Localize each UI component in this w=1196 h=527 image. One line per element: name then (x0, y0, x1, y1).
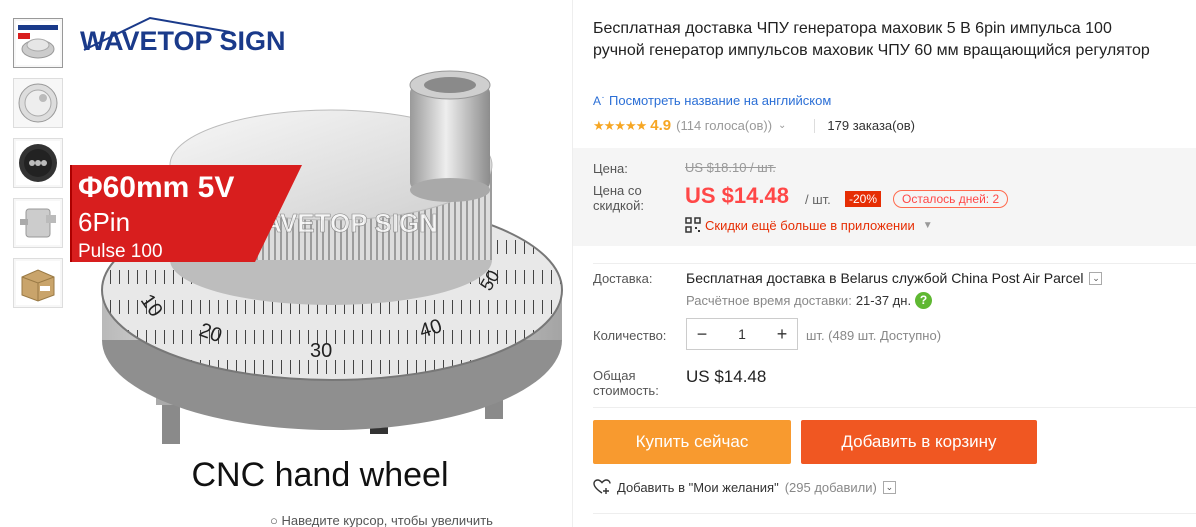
wishlist-text: Добавить в "Мои желания" (617, 479, 779, 495)
zoom-hint-text: Наведите курсор, чтобы увеличить (281, 513, 493, 527)
handwheel-side-thumb-icon (16, 201, 60, 245)
current-price: US $14.48 (685, 183, 789, 208)
help-icon[interactable]: ? (915, 292, 933, 309)
quantity-stepper: − + (686, 318, 798, 350)
section-divider (593, 407, 1196, 408)
wishlist-link[interactable]: Добавить в "Мои желания" (295 добавили) … (593, 479, 896, 495)
price-unit: / шт. (805, 192, 831, 207)
days-left-badge: Осталось дней: 2 (893, 190, 1009, 208)
add-to-cart-button[interactable]: Добавить в корзину (801, 420, 1037, 464)
heart-plus-icon (593, 479, 611, 494)
translate-link-text: Посмотреть название на английском (609, 93, 832, 108)
spec-pulse: Pulse 100 (78, 241, 163, 262)
delivery-estimate-label: Расчётное время доставки: (686, 293, 852, 308)
wishlist-count: (295 добавили) (784, 479, 877, 495)
chevron-down-icon[interactable]: ⌄ (882, 480, 896, 494)
votes-count[interactable]: (114 голоса(ов)) (676, 118, 772, 133)
original-price: US $18.10 / шт. (685, 160, 776, 175)
handwheel-thumb-icon (16, 21, 60, 65)
handwheel-top-thumb-icon (18, 83, 58, 123)
rating-value: 4.9 (650, 117, 672, 134)
handwheel-back-thumb-icon (16, 141, 60, 185)
spec-pins: 6Pin (78, 207, 130, 237)
package-box-thumb-icon (16, 261, 60, 305)
total-label: Общая стоимость: (593, 368, 659, 398)
column-divider (572, 0, 573, 527)
translate-icon: A͘ (593, 93, 602, 108)
quantity-input[interactable] (717, 319, 767, 349)
app-discount-link[interactable]: Скидки ещё больше в приложении ▼ (685, 217, 933, 233)
rating-divider (814, 118, 816, 133)
app-discount-text: Скидки ещё больше в приложении (705, 217, 915, 233)
caret-down-icon: ▼ (922, 219, 933, 231)
thumbnail-3[interactable] (13, 138, 63, 188)
delivery-estimate: Расчётное время доставки: 21-37 дн. ? (686, 292, 933, 309)
price-box: Цена: US $18.10 / шт. Цена со скидкой: U… (573, 148, 1196, 246)
orders-count: 179 заказа(ов) (827, 118, 915, 133)
product-title: Бесплатная доставка ЧПУ генератора махов… (593, 20, 1150, 59)
svg-text:WAVETOP SIGN: WAVETOP SIGN (80, 26, 286, 56)
main-product-image[interactable]: WAVETOP SIGN 10 20 30 40 50 WAVETOP SIGN (70, 0, 570, 527)
quantity-available: шт. (489 шт. Доступно) (806, 328, 942, 343)
section-divider (593, 513, 1196, 514)
spec-diameter-voltage: Φ60mm 5V (78, 171, 234, 204)
total-price: US $14.48 (686, 367, 767, 386)
thumbnail-5[interactable] (13, 258, 63, 308)
price-label: Цена: (593, 161, 628, 176)
delivery-days: 21-37 дн. (855, 293, 912, 308)
rating-row: ★★★★★ 4.9 (114 голоса(ов)) ⌄ 179 заказа(… (593, 117, 915, 134)
cnc-handwheel-image: WAVETOP SIGN 10 20 30 40 50 WAVETOP SIGN (70, 16, 563, 494)
shipping-method[interactable]: Бесплатная доставка в Belarus службой Ch… (686, 270, 1103, 286)
chevron-down-icon[interactable]: ⌄ (778, 120, 786, 131)
brand-logo: WAVETOP SIGN (80, 16, 286, 56)
magnifier-icon: ○ (270, 513, 282, 527)
thumbnail-2[interactable] (13, 78, 63, 128)
thumbnail-4[interactable] (13, 198, 63, 248)
translate-link[interactable]: A͘ Посмотреть название на английском (593, 93, 831, 108)
chevron-down-icon[interactable]: ⌄ (1089, 271, 1103, 285)
quantity-label: Количество: (593, 328, 667, 343)
dial-number-30: 30 (310, 340, 332, 362)
quantity-decrease-button[interactable]: − (687, 319, 717, 349)
image-caption: CNC hand wheel (191, 456, 448, 494)
star-rating-icon: ★★★★★ (593, 117, 647, 133)
shipping-label: Доставка: (593, 271, 653, 286)
quantity-increase-button[interactable]: + (767, 319, 797, 349)
thumbnail-list (13, 18, 63, 318)
qr-code-icon (685, 217, 701, 233)
zoom-hint: ○ Наведите курсор, чтобы увеличить (270, 513, 493, 527)
discount-badge: -20% (845, 191, 882, 207)
shipping-method-text: Бесплатная доставка в Belarus службой Ch… (686, 270, 1084, 286)
buy-now-button[interactable]: Купить сейчас (593, 420, 791, 464)
discount-price-label: Цена со скидкой: (593, 183, 644, 213)
thumbnail-1[interactable] (13, 18, 63, 68)
section-divider (593, 263, 1196, 264)
